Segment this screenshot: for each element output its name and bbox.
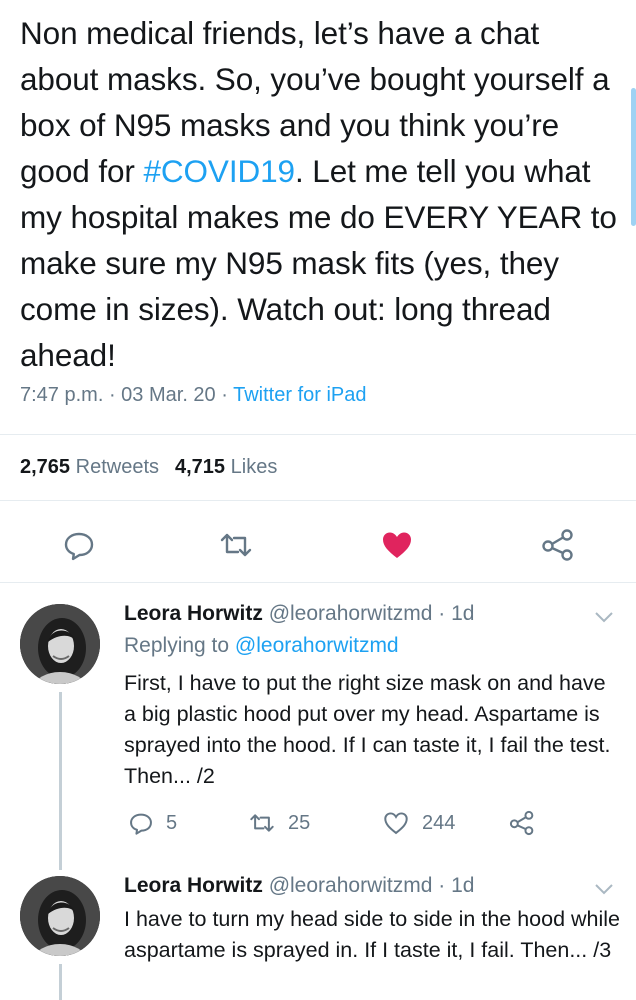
heart-icon	[384, 812, 408, 835]
retweet-icon	[220, 533, 252, 557]
author-name[interactable]: Leora Horwitz	[124, 602, 263, 625]
reply-icon	[64, 532, 94, 561]
meta-separator: ·	[215, 384, 234, 406]
hashtag-link[interactable]: #COVID19	[143, 153, 295, 189]
retweet-icon	[250, 814, 274, 832]
replying-prefix: Replying to	[124, 634, 235, 657]
avatar-photo	[20, 876, 100, 956]
reply-action-bar: 5 25 244	[124, 810, 624, 840]
reply-header: Leora Horwitz @leorahorwitzmd · 1d	[124, 874, 474, 898]
tweet-stats: 2,765 Retweets 4,715 Likes	[20, 456, 277, 479]
more-options-button[interactable]	[594, 882, 614, 901]
retweets-label: Retweets	[75, 456, 159, 478]
share-icon	[509, 810, 534, 836]
retweet-button[interactable]: 25	[248, 810, 310, 836]
tweet-action-bar	[0, 528, 636, 564]
author-handle[interactable]: @leorahorwitzmd	[269, 602, 433, 625]
retweet-button[interactable]	[218, 528, 254, 562]
reply-icon	[130, 813, 152, 835]
retweets-count: 2,765	[20, 456, 71, 478]
avatar-photo	[20, 604, 100, 684]
reply-button[interactable]: 5	[128, 810, 177, 836]
share-button[interactable]	[540, 528, 576, 562]
meta-separator: ·	[432, 602, 452, 625]
more-options-button[interactable]	[594, 610, 614, 629]
scrollbar[interactable]	[631, 88, 636, 226]
divider	[0, 582, 636, 583]
reply-count: 5	[166, 811, 178, 834]
reply-age: 1d	[451, 874, 475, 897]
reply-tweet[interactable]: Leora Horwitz @leorahorwitzmd · 1d I hav…	[0, 872, 636, 1000]
reply-text: First, I have to put the right size mask…	[124, 671, 611, 788]
thread-line	[59, 692, 62, 870]
author-name[interactable]: Leora Horwitz	[124, 874, 263, 897]
meta-separator: ·	[432, 874, 452, 897]
avatar[interactable]	[20, 604, 100, 684]
avatar[interactable]	[20, 876, 100, 956]
replying-handle-link[interactable]: @leorahorwitzmd	[235, 634, 399, 657]
retweets-stat[interactable]: 2,765 Retweets	[20, 456, 159, 478]
reply-text: I have to turn my head side to side in t…	[124, 907, 621, 962]
like-count: 244	[422, 811, 456, 834]
like-button[interactable]: 244	[382, 810, 455, 836]
share-button[interactable]	[508, 810, 536, 836]
tweet-date: 03 Mar. 20	[121, 384, 216, 406]
replying-to: Replying to @leorahorwitzmd	[124, 634, 399, 658]
reply-age: 1d	[451, 602, 475, 625]
chevron-down-icon	[595, 612, 613, 623]
tweet-text: Non medical friends, let’s have a chat a…	[20, 10, 620, 378]
likes-label: Likes	[230, 456, 278, 478]
likes-count: 4,715	[175, 456, 226, 478]
author-handle[interactable]: @leorahorwitzmd	[269, 874, 433, 897]
heart-filled-icon	[383, 532, 411, 558]
reply-tweet[interactable]: Leora Horwitz @leorahorwitzmd · 1d Reply…	[0, 600, 636, 870]
divider	[0, 500, 636, 501]
tweet-time: 7:47 p.m.	[20, 384, 104, 406]
tweet-source-link[interactable]: Twitter for iPad	[233, 384, 366, 406]
meta-separator: ·	[103, 384, 122, 406]
tweet-meta: 7:47 p.m. · 03 Mar. 20 · Twitter for iPa…	[20, 384, 367, 407]
divider	[0, 434, 636, 435]
like-button[interactable]	[380, 528, 414, 562]
reply-button[interactable]	[62, 528, 96, 562]
likes-stat[interactable]: 4,715 Likes	[175, 456, 277, 478]
reply-header: Leora Horwitz @leorahorwitzmd · 1d	[124, 602, 474, 626]
thread-line	[59, 964, 62, 1000]
share-icon	[542, 529, 573, 561]
retweet-count: 25	[288, 811, 311, 834]
chevron-down-icon	[595, 884, 613, 895]
